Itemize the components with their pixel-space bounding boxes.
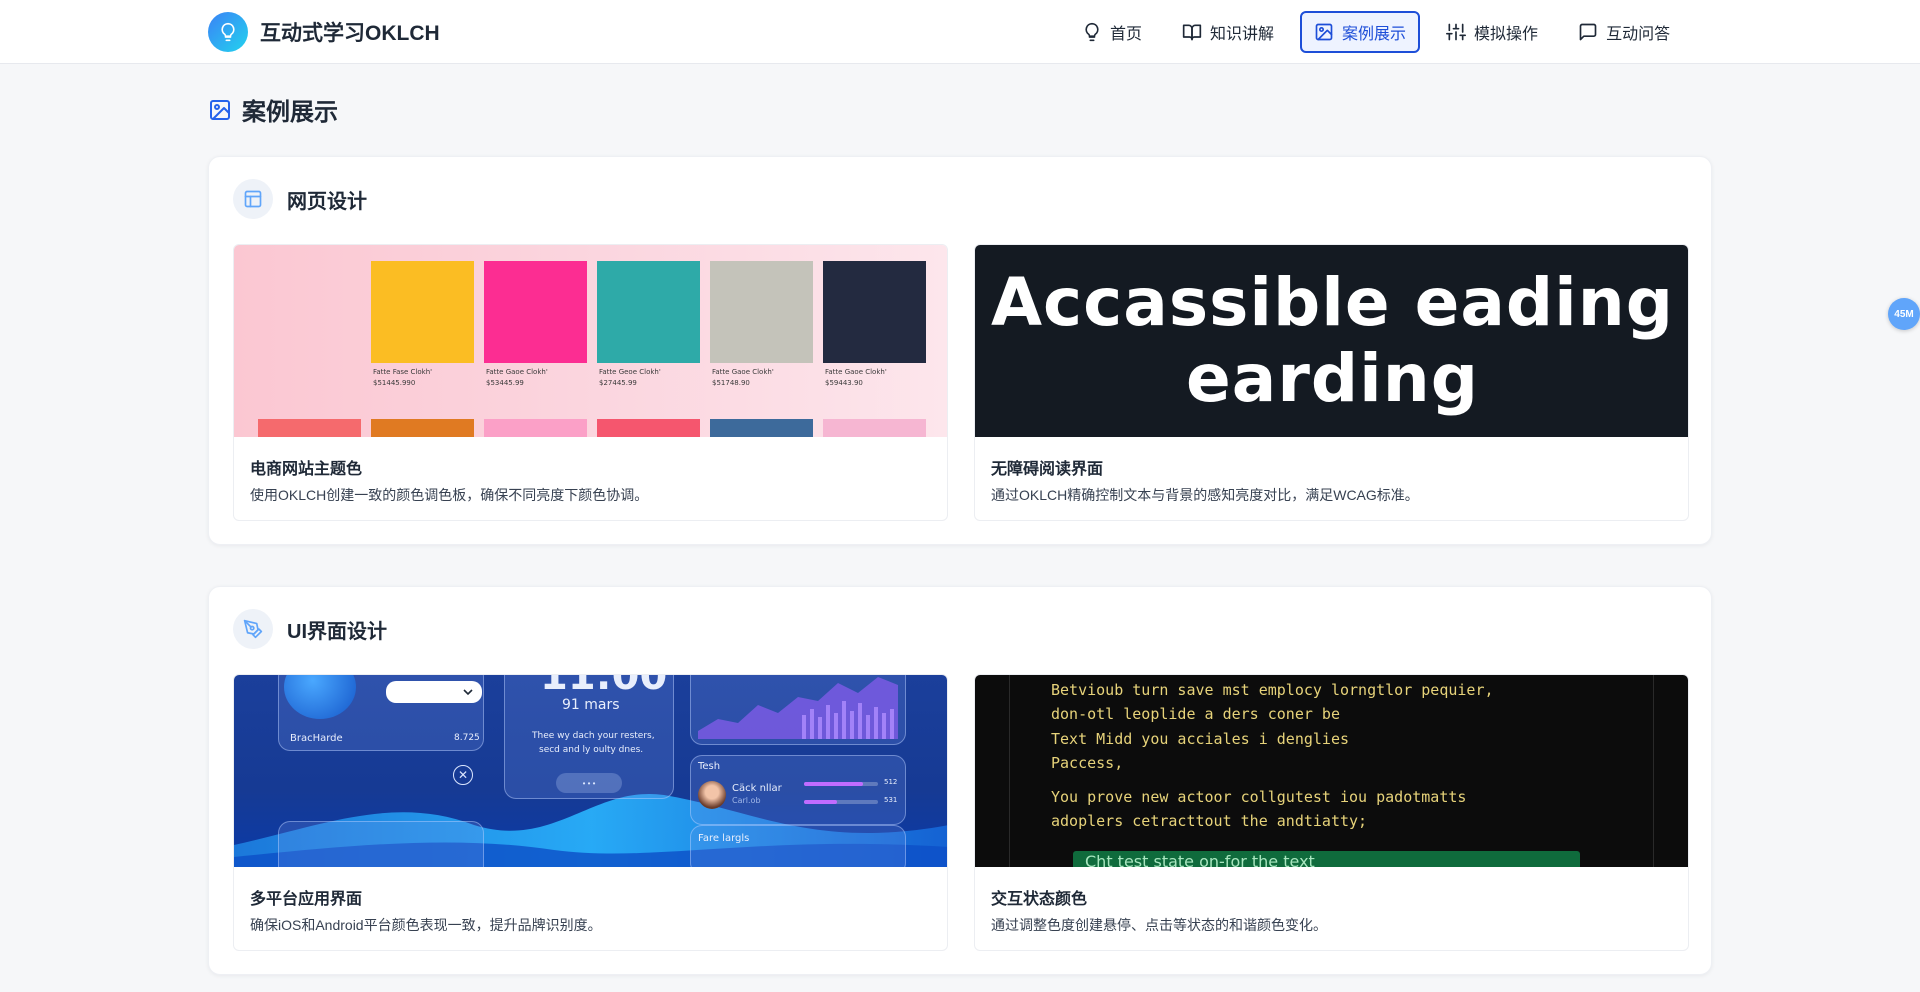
swatch-bottom [371,419,474,437]
case-image-palette: Fatte Fase Clokh' $51445.990 Fatte Gaoe C… [234,245,947,437]
row-label: BracHarde [290,733,343,744]
terminal-line: Betvioub turn save mst emplocy lorngtlor… [1051,681,1494,699]
swatch [823,261,926,363]
section-title: UI界面设计 [287,620,387,643]
accessible-text-line2: earding [1186,340,1479,417]
glass-panel [690,825,906,867]
case-description: 确保iOS和Android平台颜色表现一致，提升品牌识别度。 [250,917,602,933]
terminal-line: You prove new actoor collgutest iou pado… [1051,788,1467,806]
footer-label: Fare largls [698,833,750,844]
book-open-icon [1182,24,1202,41]
nav-qa[interactable]: 互动问答 [1564,11,1684,53]
swatch [371,261,474,363]
nav-cases-label: 案例展示 [1342,26,1407,43]
case-image-accessible: Accassible eading earding [975,245,1688,437]
progress-track [804,800,878,804]
nav-knowledge[interactable]: 知识讲解 [1168,11,1288,53]
case-title: 交互状态颜色 [991,891,1088,908]
nav-cases[interactable]: 案例展示 [1300,11,1421,53]
section-title: 网页设计 [287,190,367,213]
person-sub: Carl.ob [732,796,761,805]
case-title: 多平台应用界面 [250,891,363,908]
person-name: Cäck nllar [732,783,782,794]
sliders-icon [1446,23,1467,41]
case-title: 无障碍阅读界面 [991,461,1104,478]
card-title: Tesh [698,761,721,772]
nav-home[interactable]: 首页 [1068,11,1156,53]
mock-button: • • • [556,773,622,793]
terminal-line: Paccess, [1051,754,1124,772]
floating-badge[interactable]: 45M [1888,298,1920,330]
nav-qa-label: 互动问答 [1606,26,1671,43]
case-card-multiplatform[interactable]: BracHarde 8.725 ✕ 11:00 91 mars Thee wy … [233,674,948,951]
swatch-bottom [823,419,926,437]
divider [1009,675,1010,867]
nav-knowledge-label: 知识讲解 [1210,26,1275,43]
swatch-caption: Fatte Gaoe Clokh' $59443.90 [825,368,887,387]
image-icon [1315,23,1333,41]
progress-track [804,782,878,786]
nav-home-label: 首页 [1110,26,1143,43]
highlight-bar: Cht test state on-for the text [1073,851,1580,867]
lightbulb-icon [1085,22,1099,42]
swatch-caption: Fatte Geoe Clokh' $27445.99 [599,368,661,387]
swatch-caption: Fatte Gaoe Clokh' $51748.90 [712,368,774,387]
app-title: 互动式学习OKLCH [260,22,440,45]
case-card-interaction-states[interactable]: Betvioub turn save mst emplocy lorngtlor… [974,674,1689,951]
swatch-bottom [710,419,813,437]
close-circle-icon: ✕ [453,765,473,785]
avatar [698,781,726,809]
dropdown-mock [386,681,482,703]
blurb-line1: Thee wy dach your resters, [532,731,655,741]
swatch [597,261,700,363]
case-description: 通过调整色度创建悬停、点击等状态的和谐颜色变化。 [991,917,1327,933]
section-ui-design: UI界面设计 BracHarde 8.725 ✕ 11:00 91 mars T… [208,586,1712,975]
pen-tool-icon [233,609,273,649]
top-navbar: 互动式学习OKLCH 首页 知识讲解 案例展示 模拟操作 互动问答 [0,0,1920,64]
area-chart-graphic [698,677,898,739]
bar2-value: 531 [884,796,898,804]
case-description: 使用OKLCH创建一致的颜色调色板，确保不同亮度下颜色协调。 [250,487,649,503]
divider [1653,675,1654,867]
section-header: UI界面设计 [233,609,387,649]
nav-simulation-label: 模拟操作 [1474,26,1539,43]
swatch [710,261,813,363]
page-heading: 案例展示 [208,92,338,127]
swatch-bottom [484,419,587,437]
section-header: 网页设计 [233,179,367,219]
swatch [484,261,587,363]
big-clock: 11:00 [540,675,668,699]
lightbulb-logo-icon [208,12,248,52]
case-image-ui: BracHarde 8.725 ✕ 11:00 91 mars Thee wy … [234,675,947,867]
terminal-line: adoplers cetracttout the andtiatty; [1051,812,1368,830]
case-card-ecommerce[interactable]: Fatte Fase Clokh' $51445.990 Fatte Gaoe C… [233,244,948,521]
brand[interactable]: 互动式学习OKLCH [208,12,440,52]
swatch-bottom [258,419,361,437]
row-value: 8.725 [454,733,480,743]
date-label: 91 mars [562,697,620,713]
case-card-accessible[interactable]: Accassible eading earding 无障碍阅读界面 通过OKLC… [974,244,1689,521]
nav-simulation[interactable]: 模拟操作 [1432,11,1552,53]
message-square-icon [1579,23,1597,41]
glass-panel [278,821,484,867]
case-description: 通过OKLCH精确控制文本与背景的感知亮度对比，满足WCAG标准。 [991,487,1419,503]
image-icon [210,99,230,120]
section-web-design: 网页设计 Fatte Fase Clokh' $51445.990 Fatte G… [208,156,1712,545]
accessible-text-line1: Accassible eading [990,264,1675,341]
case-title: 电商网站主题色 [250,461,363,478]
swatch-caption: Fatte Gaoe Clokh' $53445.99 [486,368,548,387]
terminal-line: don-otl leoplide a ders coner be [1051,705,1340,723]
case-image-terminal: Betvioub turn save mst emplocy lorngtlor… [975,675,1688,867]
chevron-down-icon [463,689,473,696]
bar1-value: 512 [884,778,898,786]
blurb-line2: secd and ly oulty dnes. [539,745,644,755]
swatch-bottom [597,419,700,437]
layout-icon [233,179,273,219]
terminal-line: Text Midd you acciales i denglies [1051,730,1350,748]
main-nav: 首页 知识讲解 案例展示 模拟操作 互动问答 [1068,11,1684,53]
page-title: 案例展示 [242,99,338,126]
swatch-caption: Fatte Fase Clokh' $51445.990 [373,368,433,387]
